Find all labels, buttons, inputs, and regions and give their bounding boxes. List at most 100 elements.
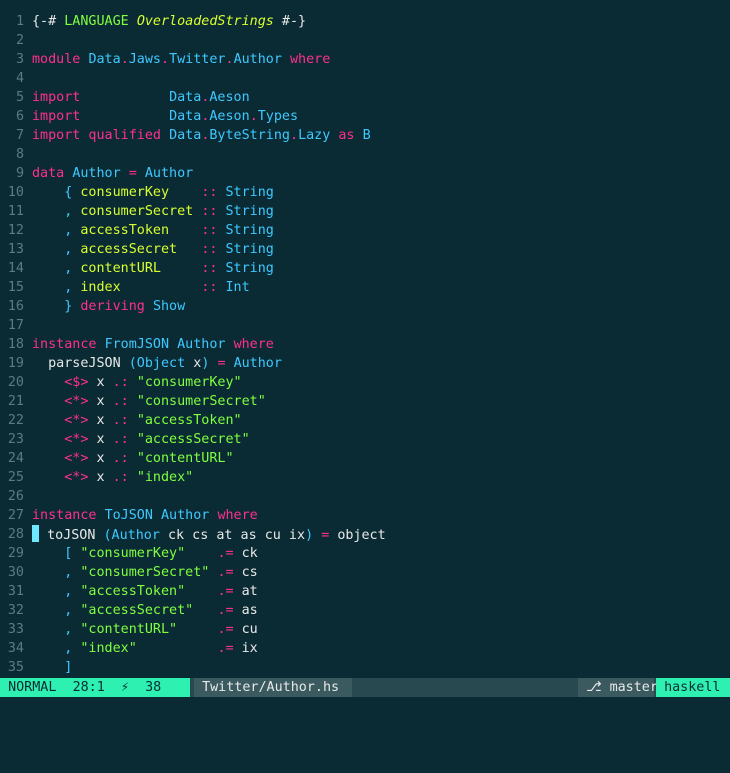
code-text: parseJSON (Object x) = Author	[48, 356, 282, 371]
line-number: 10	[7, 185, 24, 200]
code-text: , "accessSecret" .= as	[64, 603, 258, 618]
line-number: 4	[15, 71, 24, 86]
code-line[interactable]: 17	[0, 316, 730, 335]
code-line[interactable]: 18 instance FromJSON Author where	[0, 335, 730, 354]
code-text: <*> x .: "consumerSecret"	[64, 394, 266, 409]
line-number: 21	[7, 394, 24, 409]
line-number: 15	[7, 280, 24, 295]
line-number: 11	[7, 204, 24, 219]
code-line[interactable]: 1 {-# LANGUAGE OverloadedStrings #-}	[0, 12, 730, 31]
code-line[interactable]: 24 <*> x .: "contentURL"	[0, 449, 730, 468]
line-number: 31	[7, 584, 24, 599]
code-line[interactable]: 19 parseJSON (Object x) = Author	[0, 354, 730, 373]
code-text: } deriving Show	[64, 299, 186, 314]
code-text: import qualified Data.ByteString.Lazy as…	[32, 128, 371, 143]
line-number: 20	[7, 375, 24, 390]
code-text: <$> x .: "consumerKey"	[64, 375, 242, 390]
line-number: 25	[7, 470, 24, 485]
line-number: 32	[7, 603, 24, 618]
line-number: 23	[7, 432, 24, 447]
code-line[interactable]: 16 } deriving Show	[0, 297, 730, 316]
code-line[interactable]: 12 , accessToken :: String	[0, 221, 730, 240]
line-number: 5	[15, 90, 24, 105]
line-number: 24	[7, 451, 24, 466]
code-line[interactable]: 32 , "accessSecret" .= as	[0, 601, 730, 620]
file-path: Twitter/Author.hs	[202, 680, 340, 695]
code-line[interactable]: 6 import Data.Aeson.Types	[0, 107, 730, 126]
line-number: 6	[15, 109, 24, 124]
code-text: <*> x .: "accessSecret"	[64, 432, 250, 447]
mode-indicator: NORMAL	[8, 680, 57, 695]
code-text: <*> x .: "contentURL"	[64, 451, 234, 466]
code-line[interactable]: 14 , contentURL :: String	[0, 259, 730, 278]
code-line[interactable]: 10 { consumerKey :: String	[0, 183, 730, 202]
code-line[interactable]: 4	[0, 69, 730, 88]
filetype-segment: haskell	[656, 678, 730, 697]
code-line[interactable]: 27 instance ToJSON Author where	[0, 506, 730, 525]
command-line[interactable]	[0, 697, 730, 730]
line-number: 28	[7, 527, 24, 542]
line-number: 22	[7, 413, 24, 428]
mode-segment: NORMAL 28:1 ⚡ 38	[0, 678, 190, 697]
code-text: , accessSecret :: String	[64, 242, 274, 257]
code-text: , "contentURL" .= cu	[64, 622, 258, 637]
code-line[interactable]: 29 [ "consumerKey" .= ck	[0, 544, 730, 563]
line-number: 35	[7, 660, 24, 675]
code-line[interactable]: 23 <*> x .: "accessSecret"	[0, 430, 730, 449]
code-line[interactable]: 3 module Data.Jaws.Twitter.Author where	[0, 50, 730, 69]
cursor-position: 28:1	[72, 680, 105, 695]
code-text: toJSON (Author ck cs at as cu ix) = obje…	[32, 525, 386, 545]
bolt-icon: ⚡	[120, 680, 129, 695]
code-editor[interactable]: 1 {-# LANGUAGE OverloadedStrings #-} 2 3 mod…	[0, 0, 730, 678]
code-line[interactable]: 25 <*> x .: "index"	[0, 468, 730, 487]
code-text: <*> x .: "accessToken"	[64, 413, 242, 428]
line-number: 3	[15, 52, 24, 67]
line-number: 29	[7, 546, 24, 561]
filetype: haskell	[664, 680, 721, 695]
code-line[interactable]: 13 , accessSecret :: String	[0, 240, 730, 259]
line-number: 16	[7, 299, 24, 314]
code-text: , index :: Int	[64, 280, 250, 295]
code-text: data Author = Author	[32, 166, 194, 181]
line-number: 8	[15, 147, 24, 162]
code-line[interactable]: 7 import qualified Data.ByteString.Lazy a…	[0, 126, 730, 145]
code-line[interactable]: 30 , "consumerSecret" .= cs	[0, 563, 730, 582]
line-number: 33	[7, 622, 24, 637]
code-line[interactable]: 20 <$> x .: "consumerKey"	[0, 373, 730, 392]
line-number: 13	[7, 242, 24, 257]
code-text: instance FromJSON Author where	[32, 337, 274, 352]
code-text: import Data.Aeson.Types	[32, 109, 299, 124]
code-line[interactable]: 11 , consumerSecret :: String	[0, 202, 730, 221]
scroll-percent: 38	[145, 680, 162, 695]
code-line[interactable]: 2	[0, 31, 730, 50]
line-number: 26	[7, 489, 24, 504]
line-number: 7	[15, 128, 24, 143]
code-text: ]	[64, 660, 73, 675]
code-text: , accessToken :: String	[64, 223, 274, 238]
code-text: , consumerSecret :: String	[64, 204, 274, 219]
branch-icon: ⎇	[586, 680, 602, 695]
code-line[interactable]: 15 , index :: Int	[0, 278, 730, 297]
line-number: 34	[7, 641, 24, 656]
code-line[interactable]: 33 , "contentURL" .= cu	[0, 620, 730, 639]
code-text: import Data.Aeson	[32, 90, 250, 105]
code-line[interactable]: 34 , "index" .= ix	[0, 639, 730, 658]
code-line[interactable]: 21 <*> x .: "consumerSecret"	[0, 392, 730, 411]
line-number: 17	[7, 318, 24, 333]
code-line[interactable]: 5 import Data.Aeson	[0, 88, 730, 107]
code-line[interactable]: 28 toJSON (Author ck cs at as cu ix) = o…	[0, 525, 730, 544]
line-number: 9	[15, 166, 24, 181]
code-line[interactable]: 26	[0, 487, 730, 506]
code-text: , "index" .= ix	[64, 641, 258, 656]
code-text: module Data.Jaws.Twitter.Author where	[32, 52, 331, 67]
line-number: 27	[7, 508, 24, 523]
code-line[interactable]: 9 data Author = Author	[0, 164, 730, 183]
code-line[interactable]: 35 ]	[0, 658, 730, 677]
filename-segment: Twitter/Author.hs	[194, 678, 352, 697]
code-line[interactable]: 8	[0, 145, 730, 164]
code-line[interactable]: 31 , "accessToken" .= at	[0, 582, 730, 601]
code-line[interactable]: 22 <*> x .: "accessToken"	[0, 411, 730, 430]
status-line: NORMAL 28:1 ⚡ 38 Twitter/Author.hs ⎇ mas…	[0, 678, 730, 697]
line-number: 12	[7, 223, 24, 238]
code-text: , "consumerSecret" .= cs	[64, 565, 258, 580]
